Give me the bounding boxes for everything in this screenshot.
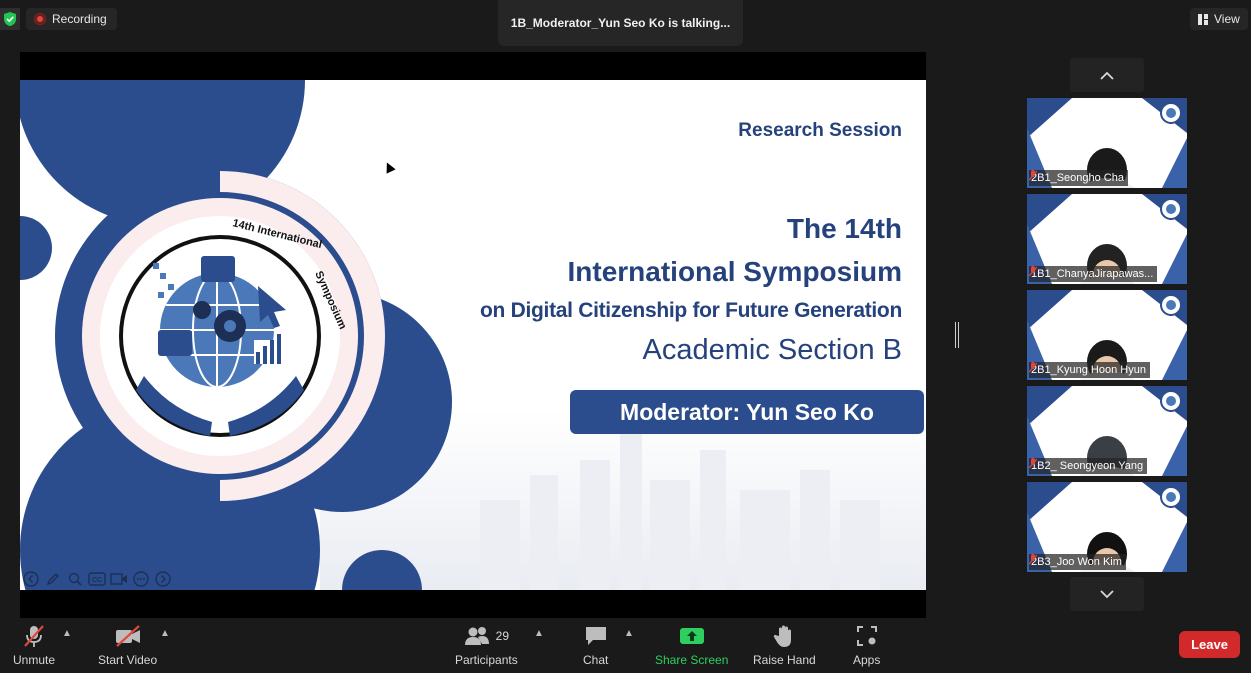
share-screen-icon: [679, 628, 704, 644]
chat-bubble-icon: [585, 627, 606, 645]
view-grid-icon: [1198, 13, 1208, 25]
participant-tile[interactable]: 2B3_Joo Won Kim: [1027, 482, 1187, 572]
svg-text:CC: CC: [92, 577, 102, 584]
participant-name: 1B1_ChanyaJirapawas...: [1031, 268, 1154, 280]
participant-name-tag: 1B2_ Seongyeon Yang: [1029, 458, 1148, 474]
raise-hand-button[interactable]: Raise Hand: [753, 622, 816, 667]
video-options-caret-icon[interactable]: ▲: [160, 628, 170, 639]
participant-name-tag: 2B1_Seongho Cha: [1029, 170, 1128, 186]
muted-microphone-icon: [1029, 170, 1037, 181]
muted-microphone-icon: [1029, 362, 1037, 373]
participants-options-caret-icon[interactable]: ▲: [534, 628, 544, 639]
academic-section-label: Academic Section B: [642, 334, 902, 366]
subtitles-cc-icon[interactable]: CC: [88, 570, 106, 588]
view-label: View: [1214, 12, 1240, 26]
participants-count: 29: [495, 629, 510, 643]
presentation-slide: 14th International Symposium Research Se…: [20, 80, 926, 590]
zoom-meeting-window: Recording 1B_Moderator_Yun Seo Ko is tal…: [0, 0, 1251, 673]
share-screen-button[interactable]: Share Screen: [655, 622, 728, 667]
muted-microphone-icon: [1029, 554, 1037, 565]
pen-tool-icon[interactable]: [44, 570, 62, 588]
previous-slide-icon[interactable]: [22, 570, 40, 588]
muted-microphone-icon: [24, 625, 44, 647]
active-speaker-label: 1B_Moderator_Yun Seo Ko is talking...: [510, 16, 731, 30]
participant-name-tag: 1B1_ChanyaJirapawas...: [1029, 266, 1158, 282]
recording-dot-icon: [34, 13, 46, 25]
research-session-label: Research Session: [738, 120, 902, 141]
raise-hand-icon: [774, 625, 792, 647]
next-slide-icon[interactable]: [154, 570, 172, 588]
muted-microphone-icon: [1029, 458, 1037, 469]
chat-button[interactable]: Chat: [583, 622, 608, 667]
view-button[interactable]: View: [1190, 8, 1248, 30]
unmute-label: Unmute: [13, 653, 56, 667]
participants-icon: [464, 627, 489, 645]
participant-tile[interactable]: 2B1_Kyung Hoon Hyun: [1027, 290, 1187, 380]
raise-hand-label: Raise Hand: [753, 653, 816, 667]
active-speaker-banner: 1B_Moderator_Yun Seo Ko is talking...: [498, 0, 743, 46]
participant-name: 2B1_Kyung Hoon Hyun: [1031, 364, 1146, 376]
participant-tile[interactable]: 1B2_ Seongyeon Yang: [1027, 386, 1187, 476]
slide-title-line-3: on Digital Citizenship for Future Genera…: [480, 299, 902, 322]
start-video-button[interactable]: Start Video: [98, 622, 157, 667]
chat-label: Chat: [583, 653, 609, 667]
participants-label: Participants: [455, 653, 518, 667]
recording-indicator[interactable]: Recording: [26, 8, 117, 30]
more-options-icon[interactable]: [132, 570, 150, 588]
slide-title-line-1: The 14th: [786, 213, 902, 244]
share-screen-label: Share Screen: [655, 653, 729, 667]
slide-title-line-2: International Symposium: [567, 256, 903, 287]
apps-icon: [856, 626, 877, 646]
participant-tile[interactable]: 1B1_ChanyaJirapawas...: [1027, 194, 1187, 284]
recording-label: Recording: [52, 12, 107, 26]
participants-button[interactable]: 29 Participants: [455, 622, 518, 667]
apps-label: Apps: [853, 653, 881, 667]
slideshow-controls: CC: [22, 570, 172, 588]
security-shield-icon[interactable]: [0, 8, 20, 30]
moderator-banner: Moderator: Yun Seo Ko: [570, 390, 924, 434]
participant-name: 2B1_Seongho Cha: [1031, 172, 1124, 184]
leave-label: Leave: [1191, 637, 1228, 652]
camera-icon[interactable]: [110, 570, 128, 588]
moderator-label: Moderator: Yun Seo Ko: [620, 398, 874, 425]
participant-tile[interactable]: 2B1_Seongho Cha: [1027, 98, 1187, 188]
start-video-label: Start Video: [98, 653, 158, 667]
meeting-toolbar: Unmute ▲ Start Video ▲ 29 Participants ▲…: [0, 618, 1251, 673]
participant-name-tag: 2B3_Joo Won Kim: [1029, 554, 1126, 570]
video-off-icon: [115, 625, 140, 647]
participant-name: 2B3_Joo Won Kim: [1031, 556, 1122, 568]
participant-name-tag: 2B1_Kyung Hoon Hyun: [1029, 362, 1150, 378]
muted-microphone-icon: [1029, 266, 1037, 277]
gallery-scroll-up-button[interactable]: [1070, 58, 1144, 92]
gallery-scroll-down-button[interactable]: [1070, 577, 1144, 611]
unmute-button[interactable]: Unmute: [13, 622, 55, 667]
shared-screen[interactable]: 14th International Symposium Research Se…: [20, 52, 926, 618]
leave-button[interactable]: Leave: [1179, 631, 1240, 658]
chat-options-caret-icon[interactable]: ▲: [624, 628, 634, 639]
chevron-up-icon: [1100, 71, 1114, 80]
apps-button[interactable]: Apps: [853, 622, 880, 667]
audio-options-caret-icon[interactable]: ▲: [62, 628, 72, 639]
chevron-down-icon: [1100, 589, 1114, 598]
zoom-magnifier-icon[interactable]: [66, 570, 84, 588]
participant-name: 1B2_ Seongyeon Yang: [1031, 460, 1144, 472]
panel-resize-handle[interactable]: [955, 322, 959, 348]
